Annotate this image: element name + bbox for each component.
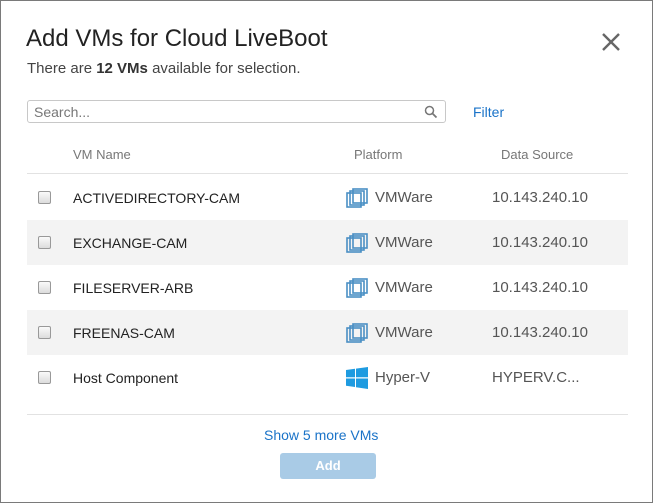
add-vms-dialog: Add VMs for Cloud LiveBoot There are 12 … — [0, 0, 653, 503]
column-header-platform[interactable]: Platform — [354, 147, 402, 162]
vm-name: FREENAS-CAM — [73, 325, 175, 341]
platform-name: VMWare — [375, 324, 433, 341]
platform-name: Hyper-V — [375, 369, 431, 386]
vm-name: Host Component — [73, 370, 179, 386]
platform-name: VMWare — [375, 279, 433, 296]
windows-icon — [346, 367, 368, 389]
vm-name: EXCHANGE-CAM — [73, 235, 188, 251]
data-source: HYPERV.C... — [492, 369, 580, 386]
add-button[interactable]: Add — [280, 453, 376, 479]
footer-divider — [27, 414, 628, 415]
header-divider — [27, 173, 628, 174]
vmware-icon — [346, 188, 368, 208]
column-header-vm-name[interactable]: VM Name — [73, 147, 131, 162]
platform-name: VMWare — [375, 189, 433, 206]
vm-name: FILESERVER-ARB — [73, 280, 194, 296]
row-checkbox[interactable] — [38, 281, 51, 294]
show-more-vms-link[interactable]: Show 5 more VMs — [264, 427, 378, 443]
column-header-data-source[interactable]: Data Source — [501, 147, 573, 162]
table-row[interactable]: Host Component Hyper-V HYPERV.C... — [27, 355, 628, 400]
vmware-icon — [346, 233, 368, 253]
subtitle-prefix: There are — [27, 60, 97, 77]
data-source: 10.143.240.10 — [492, 234, 588, 251]
search-icon[interactable] — [424, 105, 438, 119]
row-checkbox[interactable] — [38, 191, 51, 204]
row-checkbox[interactable] — [38, 326, 51, 339]
vmware-icon — [346, 323, 368, 343]
search-box — [27, 100, 446, 123]
search-input[interactable] — [34, 103, 414, 120]
table-row[interactable]: EXCHANGE-CAM VMWare 10.143.240.10 — [27, 220, 628, 265]
row-checkbox[interactable] — [38, 236, 51, 249]
table-row[interactable]: FILESERVER-ARB VMWare 10.143.240.10 — [27, 265, 628, 310]
table-row[interactable]: ACTIVEDIRECTORY-CAM VMWare 10.143.240.10 — [27, 175, 628, 220]
vm-table-body: ACTIVEDIRECTORY-CAM VMWare 10.143.240.10… — [27, 175, 628, 400]
data-source: 10.143.240.10 — [492, 189, 588, 206]
filter-link[interactable]: Filter — [473, 104, 504, 120]
vm-name: ACTIVEDIRECTORY-CAM — [73, 190, 240, 206]
dialog-title: Add VMs for Cloud LiveBoot — [26, 25, 328, 52]
data-source: 10.143.240.10 — [492, 279, 588, 296]
row-checkbox[interactable] — [38, 371, 51, 384]
data-source: 10.143.240.10 — [492, 324, 588, 341]
close-icon[interactable] — [599, 30, 623, 54]
vmware-icon — [346, 278, 368, 298]
dialog-subtitle: There are 12 VMs available for selection… — [27, 60, 301, 77]
table-row[interactable]: FREENAS-CAM VMWare 10.143.240.10 — [27, 310, 628, 355]
platform-name: VMWare — [375, 234, 433, 251]
subtitle-suffix: available for selection. — [147, 60, 301, 77]
vm-count: 12 VMs — [96, 60, 148, 77]
